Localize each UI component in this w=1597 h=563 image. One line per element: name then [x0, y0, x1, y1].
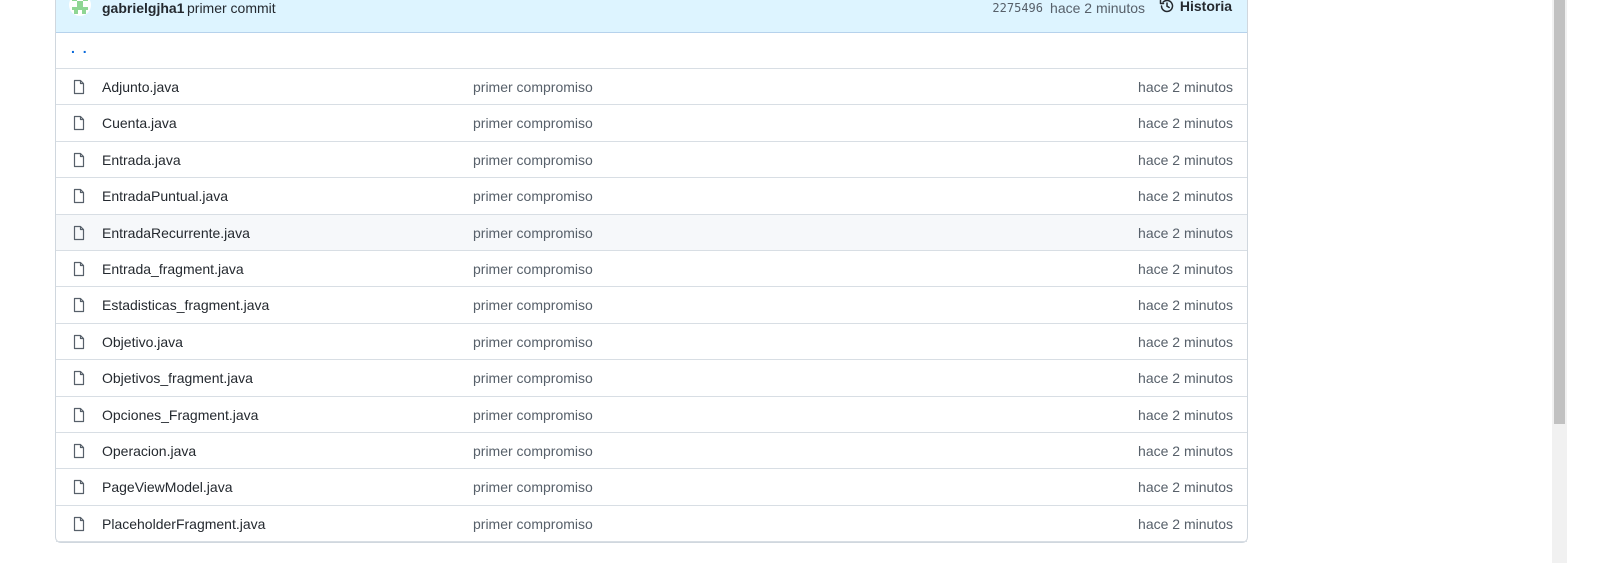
file-list: Adjunto.java primer compromiso hace 2 minu… [56, 69, 1247, 543]
file-name-link[interactable]: PlaceholderFragment.java [102, 516, 265, 532]
history-label: Historia [1179, 0, 1232, 14]
file-icon [73, 480, 85, 495]
parent-directory-row[interactable]: . . [56, 33, 1247, 69]
file-icon [73, 79, 85, 95]
file-row[interactable]: EntradaRecurrente.java primer compromiso h… [56, 214, 1247, 251]
file-commit-message[interactable]: primer compromiso [473, 79, 593, 95]
file-commit-message[interactable]: primer compromiso [473, 297, 593, 313]
file-commit-time: hace 2 minutos [1138, 297, 1233, 314]
file-commit-message[interactable]: primer compromiso [473, 370, 593, 386]
file-commit-time: hace 2 minutos [1138, 224, 1233, 241]
file-commit-message[interactable]: primer compromiso [473, 225, 593, 241]
file-row[interactable]: Operacion.java primer compromiso hace 2 mi… [56, 433, 1247, 470]
file-commit-time: hace 2 minutos [1138, 188, 1233, 205]
file-commit-message[interactable]: primer compromiso [473, 407, 593, 423]
file-commit-message[interactable]: primer compromiso [473, 479, 593, 495]
file-row[interactable]: PageViewModel.java primer compromiso hace … [56, 469, 1247, 506]
scrollbar-thumb[interactable] [1554, 0, 1565, 424]
file-commit-time: hace 2 minutos [1138, 79, 1233, 95]
file-icon [73, 371, 85, 386]
file-row[interactable]: Objetivo.java primer compromiso hace 2 min… [56, 324, 1247, 361]
file-icon [73, 261, 85, 277]
file-row[interactable]: Objetivos_fragment.java primer compromiso… [56, 360, 1247, 397]
file-row[interactable]: Cuenta.java primer compromiso hace 2 minut… [56, 105, 1247, 142]
file-icon [73, 298, 85, 313]
file-name-link[interactable]: Opciones_Fragment.java [102, 407, 258, 423]
file-commit-time: hace 2 minutos [1138, 370, 1233, 387]
file-name-link[interactable]: PageViewModel.java [102, 479, 233, 495]
file-name-link[interactable]: EntradaRecurrente.java [102, 225, 250, 241]
file-name-link[interactable]: Estadisticas_fragment.java [102, 297, 269, 313]
file-commit-time: hace 2 minutos [1138, 151, 1233, 168]
file-icon [73, 516, 85, 531]
file-row[interactable]: Opciones_Fragment.java primer compromiso h… [56, 397, 1247, 433]
file-name-link[interactable]: EntradaPuntual.java [102, 188, 228, 204]
file-name-link[interactable]: Entrada.java [102, 152, 181, 168]
file-name-link[interactable]: Cuenta.java [102, 115, 177, 131]
latest-commit-bar: gabrielgjha1 primer commit 2275496 hace … [56, 0, 1247, 33]
file-row[interactable]: Entrada_fragment.java primer compromiso ha… [56, 251, 1247, 288]
file-commit-message[interactable]: primer compromiso [473, 334, 593, 350]
file-commit-time: hace 2 minutos [1138, 260, 1233, 277]
file-commit-message[interactable]: primer compromiso [473, 443, 593, 459]
file-icon [73, 152, 85, 167]
file-commit-message[interactable]: primer compromiso [473, 152, 593, 168]
file-name-link[interactable]: Adjunto.java [102, 79, 179, 95]
file-commit-time: hace 2 minutos [1138, 115, 1233, 132]
file-name-link[interactable]: Objetivos_fragment.java [102, 370, 253, 386]
file-icon [73, 116, 85, 131]
file-commit-message[interactable]: primer compromiso [473, 261, 593, 277]
file-commit-time: hace 2 minutos [1138, 479, 1233, 496]
file-icon [73, 407, 85, 422]
file-browser: gabrielgjha1 primer commit 2275496 hace … [55, 0, 1248, 544]
commit-sha[interactable]: 2275496 [992, 1, 1043, 15]
file-row[interactable]: Adjunto.java primer compromiso hace 2 minu… [56, 69, 1247, 106]
file-commit-message[interactable]: primer compromiso [473, 516, 593, 532]
file-commit-message[interactable]: primer compromiso [473, 115, 593, 131]
avatar-icon[interactable] [69, 0, 91, 16]
file-commit-time: hace 2 minutos [1138, 515, 1233, 532]
commit-message[interactable]: primer commit [187, 0, 276, 16]
commit-time: hace 2 minutos [1050, 0, 1145, 16]
file-commit-time: hace 2 minutos [1138, 442, 1233, 459]
file-name-link[interactable]: Objetivo.java [102, 334, 183, 350]
file-name-link[interactable]: Entrada_fragment.java [102, 261, 244, 277]
file-row[interactable]: EntradaPuntual.java primer compromiso hace… [56, 178, 1247, 215]
file-row[interactable]: PlaceholderFragment.java primer compromis… [56, 506, 1247, 543]
history-icon [1159, 0, 1174, 13]
file-name-link[interactable]: Operacion.java [102, 443, 196, 459]
file-commit-time: hace 2 minutos [1138, 406, 1233, 423]
file-icon [73, 225, 85, 240]
file-icon [73, 443, 85, 459]
commit-author[interactable]: gabrielgjha1 [102, 0, 184, 16]
history-button[interactable]: Historia [1159, 0, 1232, 14]
file-icon [73, 189, 85, 204]
file-icon [73, 334, 85, 349]
file-commit-time: hace 2 minutos [1138, 333, 1233, 350]
file-commit-message[interactable]: primer compromiso [473, 188, 593, 204]
parent-directory-link[interactable]: . . [71, 40, 89, 56]
file-row[interactable]: Estadisticas_fragment.java primer comprom… [56, 287, 1247, 324]
file-row[interactable]: Entrada.java primer compromiso hace 2 minu… [56, 142, 1247, 179]
